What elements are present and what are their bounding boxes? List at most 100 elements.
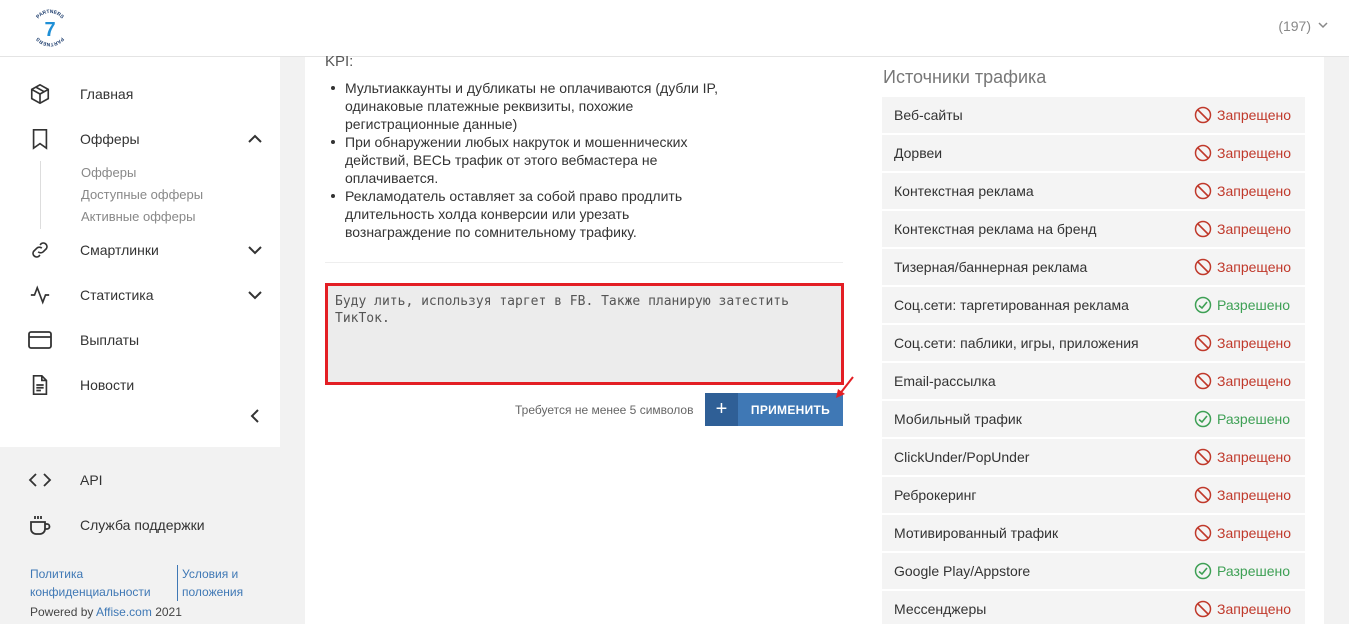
ban-icon xyxy=(1194,600,1212,618)
traffic-source-name: Тизерная/баннерная реклама xyxy=(894,259,1088,275)
document-icon xyxy=(28,373,52,397)
collapse-sidebar-button[interactable] xyxy=(244,405,266,427)
sidebar-item-label: Выплаты xyxy=(80,332,140,348)
list-item: Мультиаккаунты и дубликаты не оплачивают… xyxy=(325,79,735,133)
subitem-available-offers[interactable]: Доступные офферы xyxy=(81,187,203,202)
traffic-source-name: Email-рассылка xyxy=(894,373,996,389)
chevron-down-icon[interactable] xyxy=(244,284,266,306)
sidebar-item-support[interactable]: Служба поддержки xyxy=(0,507,280,543)
table-row: Реброкеринг Запрещено xyxy=(882,477,1305,513)
chevron-left-icon xyxy=(250,409,259,423)
subitem-offers[interactable]: Офферы xyxy=(81,165,136,180)
bookmark-icon xyxy=(28,127,52,151)
table-row: Контекстная реклама Запрещено xyxy=(882,173,1305,209)
footer-divider xyxy=(177,565,178,601)
status-label: Запрещено xyxy=(1217,259,1292,275)
chevron-down-icon xyxy=(1317,18,1329,34)
status-label: Запрещено xyxy=(1217,145,1292,161)
code-icon xyxy=(28,468,52,492)
logo[interactable]: PARTNERS PARTNERS 7 xyxy=(29,7,71,49)
traffic-source-name: Мессенджеры xyxy=(894,601,987,617)
comment-textarea-frame: Буду лить, используя таргет в FB. Также … xyxy=(325,283,844,385)
status-badge: Разрешено xyxy=(1194,562,1290,580)
ban-icon xyxy=(1194,220,1212,238)
sidebar-item-home[interactable]: Главная xyxy=(0,76,280,112)
status-badge: Запрещено xyxy=(1194,372,1291,390)
traffic-source-name: Соц.сети: таргетированная реклама xyxy=(894,297,1129,313)
chevron-up-icon[interactable] xyxy=(244,128,266,150)
terms-link[interactable]: Условия и положения xyxy=(182,565,243,601)
traffic-source-name: Реброкеринг xyxy=(894,487,977,503)
affise-link[interactable]: Affise.com xyxy=(96,605,152,619)
svg-text:7: 7 xyxy=(44,19,55,41)
table-row: Соц.сети: таргетированная реклама Разреше… xyxy=(882,287,1305,323)
ban-icon xyxy=(1194,372,1212,390)
sidebar-item-smartlinks[interactable]: Смартлинки xyxy=(0,232,280,268)
table-row: Мессенджеры Запрещено xyxy=(882,591,1305,624)
status-badge: Запрещено xyxy=(1194,182,1291,200)
status-badge: Запрещено xyxy=(1194,334,1291,352)
offers-submenu: Офферы Доступные офферы Активные офферы xyxy=(40,161,240,229)
balance-dropdown[interactable]: (197) xyxy=(1278,18,1329,34)
sidebar-item-label: Новости xyxy=(80,377,135,393)
status-badge: Разрешено xyxy=(1194,410,1290,428)
terms-link-line2: положения xyxy=(182,585,244,599)
chevron-down-icon[interactable] xyxy=(244,239,266,261)
table-row: Соц.сети: паблики, игры, приложения Запре… xyxy=(882,325,1305,361)
traffic-source-name: Контекстная реклама на бренд xyxy=(894,221,1097,237)
status-label: Запрещено xyxy=(1217,107,1292,123)
sidebar-item-statistics[interactable]: Статистика xyxy=(0,277,280,313)
list-item: Рекламодатель оставляет за собой право п… xyxy=(325,187,735,241)
traffic-source-name: Соц.сети: паблики, игры, приложения xyxy=(894,335,1139,351)
sidebar-item-news[interactable]: Новости xyxy=(0,367,280,403)
status-label: Запрещено xyxy=(1217,221,1292,237)
status-label: Разрешено xyxy=(1217,411,1291,427)
table-row: Контекстная реклама на бренд Запрещено xyxy=(882,211,1305,247)
powered-by: Powered by Affise.com 2021 xyxy=(30,605,182,619)
balance-value: (197) xyxy=(1278,18,1311,34)
traffic-source-name: Мобильный трафик xyxy=(894,411,1022,427)
status-badge: Разрешено xyxy=(1194,296,1290,314)
status-badge: Запрещено xyxy=(1194,106,1291,124)
check-circle-icon xyxy=(1194,296,1212,314)
status-label: Запрещено xyxy=(1217,601,1292,617)
status-badge: Запрещено xyxy=(1194,486,1291,504)
status-label: Запрещено xyxy=(1217,487,1292,503)
ban-icon xyxy=(1194,448,1212,466)
sidebar-item-api[interactable]: API xyxy=(0,462,280,498)
sidebar-item-label: Смартлинки xyxy=(80,242,159,258)
coffee-icon xyxy=(28,513,52,537)
plus-icon: + xyxy=(705,393,738,426)
ban-icon xyxy=(1194,258,1212,276)
traffic-sources-title: Источники трафика xyxy=(883,67,1047,87)
traffic-source-name: ClickUnder/PopUnder xyxy=(894,449,1030,465)
kpi-list: Мультиаккаунты и дубликаты не оплачивают… xyxy=(325,79,735,241)
status-label: Запрещено xyxy=(1217,373,1292,389)
check-circle-icon xyxy=(1194,562,1212,580)
table-row: Email-рассылка Запрещено xyxy=(882,363,1305,399)
sidebar-item-offers[interactable]: Офферы xyxy=(0,121,280,157)
apply-button[interactable]: + ПРИМЕНИТЬ xyxy=(705,393,843,426)
table-row: Веб-сайты Запрещено xyxy=(882,97,1305,133)
subitem-active-offers[interactable]: Активные офферы xyxy=(81,209,195,224)
traffic-source-name: Веб-сайты xyxy=(894,107,963,123)
terms-link-line1: Условия и xyxy=(182,567,239,581)
powered-prefix: Powered by xyxy=(30,605,94,619)
sidebar-item-label: Главная xyxy=(80,86,134,102)
status-label: Запрещено xyxy=(1217,335,1292,351)
sidebar-item-payouts[interactable]: Выплаты xyxy=(0,322,280,358)
top-header: PARTNERS PARTNERS 7 (197) xyxy=(0,0,1349,57)
sidebar-item-label: Служба поддержки xyxy=(80,517,205,533)
table-row: Дорвеи Запрещено xyxy=(882,135,1305,171)
red-arrow-icon xyxy=(836,376,854,398)
privacy-policy-link[interactable]: Политика конфиденциальности xyxy=(30,565,151,601)
min-length-hint: Требуется не менее 5 символов xyxy=(515,403,694,417)
comment-textarea[interactable]: Буду лить, используя таргет в FB. Также … xyxy=(328,286,841,382)
status-label: Разрешено xyxy=(1217,297,1291,313)
sidebar-item-label: API xyxy=(80,472,103,488)
traffic-source-name: Google Play/Appstore xyxy=(894,563,1031,579)
ban-icon xyxy=(1194,334,1212,352)
traffic-source-name: Контекстная реклама xyxy=(894,183,1034,199)
activity-icon xyxy=(28,283,52,307)
traffic-source-name: Мотивированный трафик xyxy=(894,525,1059,541)
